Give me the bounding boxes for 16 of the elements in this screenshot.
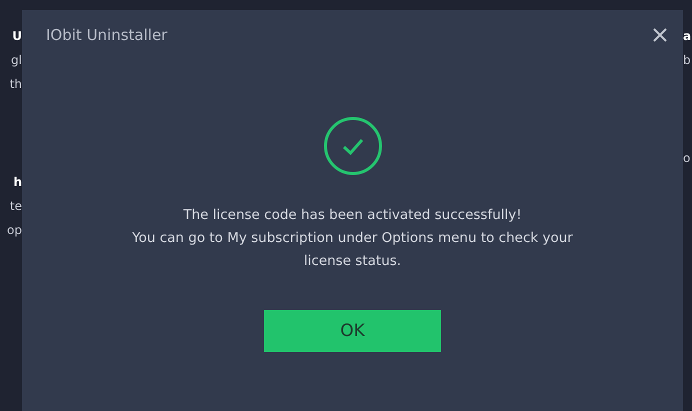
- window-title: IObit Uninstaller: [46, 26, 168, 44]
- background-text: b: [683, 52, 692, 69]
- background-text: op: [7, 222, 22, 239]
- message-text: license status.: [304, 252, 402, 270]
- message-text: The license code has been activated successfully!: [183, 206, 522, 224]
- background-text: gl: [11, 52, 22, 69]
- close-icon[interactable]: [651, 26, 669, 44]
- check-circle-icon: [322, 116, 382, 176]
- background-text: h: [13, 174, 22, 191]
- background-text: U: [12, 28, 22, 45]
- background-text: te: [10, 198, 22, 215]
- background-text: o: [683, 150, 692, 167]
- background-text: th: [10, 76, 22, 93]
- ok-button[interactable]: OK: [264, 310, 441, 352]
- background-text: a: [683, 28, 692, 45]
- message-text: You can go to My subscription under Options menu to check your: [132, 229, 573, 247]
